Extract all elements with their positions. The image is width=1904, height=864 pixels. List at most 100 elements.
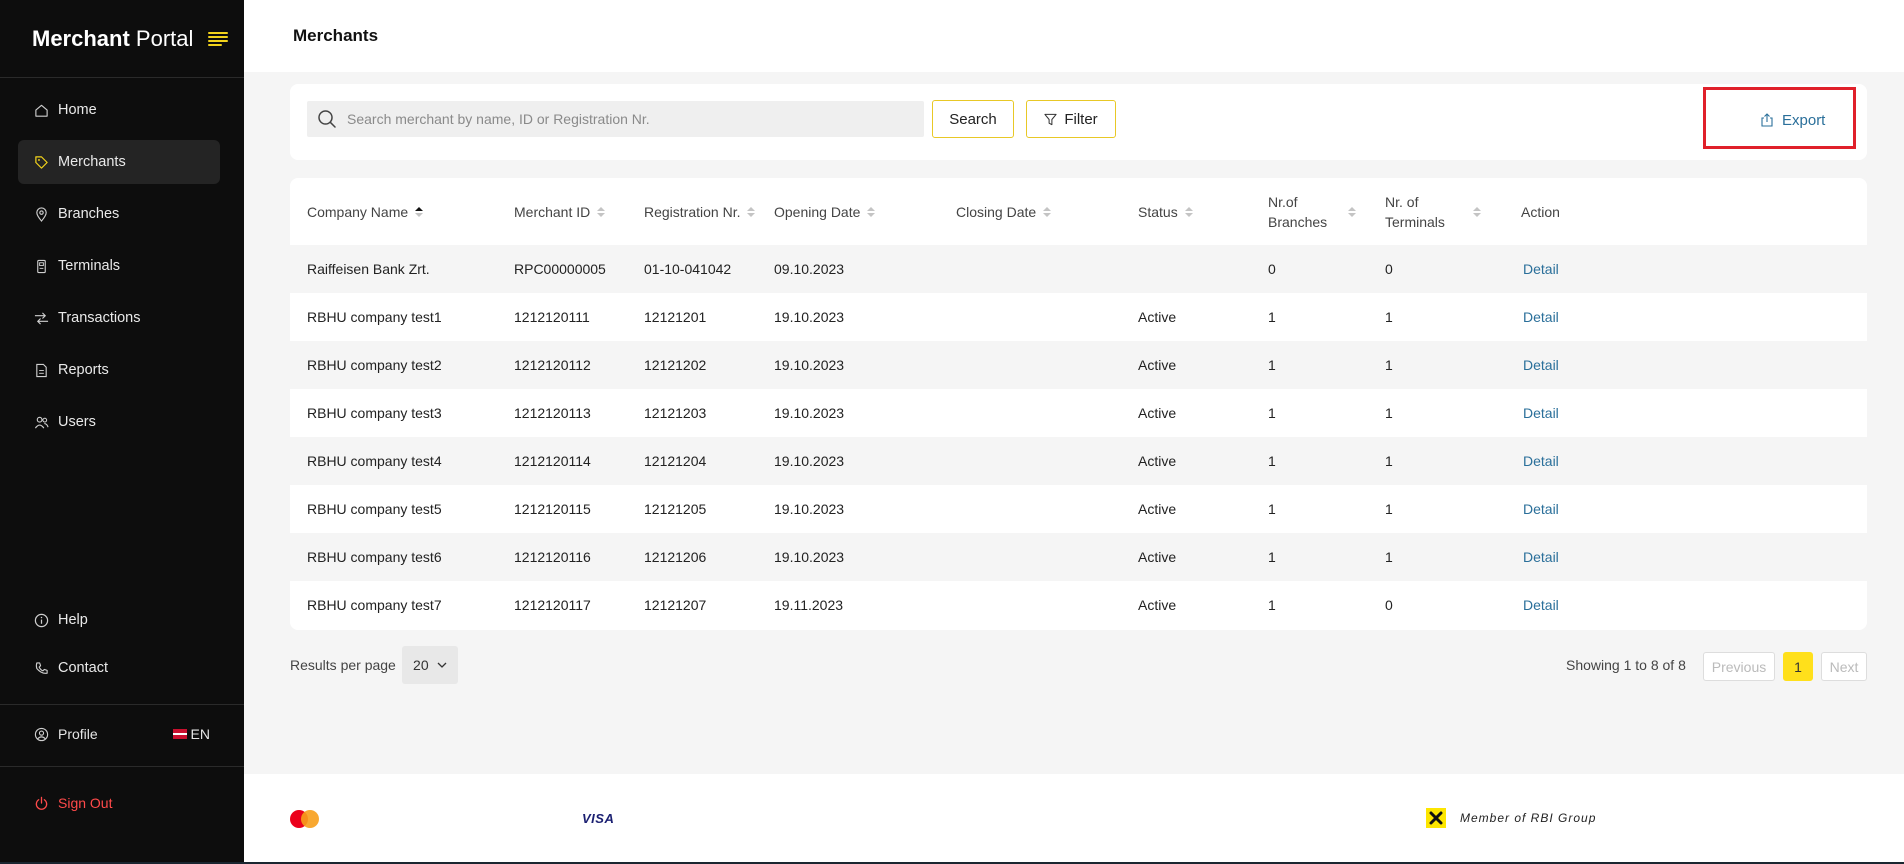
sidebar-item-reports[interactable]: Reports: [18, 348, 220, 392]
sidebar-item-label: Help: [58, 612, 88, 628]
next-page-button[interactable]: Next: [1821, 652, 1867, 681]
sidebar-item-label: Home: [58, 102, 97, 118]
table-cell-merchant-id: 1212120111: [514, 309, 590, 325]
sidebar-item-label: Merchants: [58, 154, 126, 170]
sort-icon[interactable]: [415, 206, 424, 217]
table-cell-status: Active: [1138, 453, 1177, 469]
column-header[interactable]: Registration Nr.: [644, 178, 769, 245]
table-cell-merchant-id: 1212120115: [514, 501, 591, 517]
detail-link[interactable]: Detail: [1523, 437, 1603, 485]
column-header-label: Action: [1521, 203, 1560, 220]
table-cell-branches: 1: [1268, 549, 1276, 565]
detail-link[interactable]: Detail: [1523, 485, 1603, 533]
page-header: Merchants: [244, 0, 1904, 72]
results-per-page: Results per page 20: [290, 646, 458, 684]
filter-button[interactable]: Filter: [1026, 100, 1116, 138]
divider: [0, 704, 244, 705]
column-header[interactable]: Closing Date: [956, 178, 1131, 245]
rbi-logo-icon: [1426, 808, 1446, 828]
table-cell-company: RBHU company test3: [307, 405, 442, 421]
sidebar-nav: Home Merchants Branches Terminals Transactio…: [0, 78, 244, 444]
detail-link[interactable]: Detail: [1523, 341, 1603, 389]
export-button[interactable]: Export: [1760, 106, 1825, 134]
table-cell-terminals: 1: [1385, 357, 1393, 373]
table-cell-terminals: 1: [1385, 309, 1393, 325]
column-header-label: Company Name: [307, 203, 409, 220]
table-cell-closing: [956, 533, 1131, 581]
table-cell-registration: 12121205: [644, 501, 707, 517]
table-cell-company: RBHU company test2: [307, 357, 442, 373]
sidebar-item-branches[interactable]: Branches: [18, 192, 220, 236]
table-cell-registration: 12121206: [644, 549, 707, 565]
column-header-label: Status: [1138, 203, 1178, 220]
detail-link[interactable]: Detail: [1523, 581, 1603, 629]
rbi-group-text: Member of RBI Group: [1460, 811, 1597, 825]
page-1-button[interactable]: 1: [1783, 652, 1813, 681]
table-row: RBHU company test1 1212120111 12121201 19.1…: [290, 293, 1867, 341]
column-header[interactable]: Opening Date: [774, 178, 949, 245]
results-per-page-label: Results per page: [290, 657, 396, 673]
table-cell-registration: 12121201: [644, 309, 707, 325]
results-per-page-select[interactable]: 20: [401, 646, 458, 684]
table-cell-opening: 19.10.2023: [774, 453, 845, 469]
table-cell-opening: 09.10.2023: [774, 261, 845, 277]
sort-icon[interactable]: [747, 206, 756, 217]
column-header-label: Registration Nr.: [644, 203, 741, 220]
sidebar-item-terminals[interactable]: Terminals: [18, 244, 220, 288]
search-input[interactable]: [347, 111, 907, 127]
detail-link[interactable]: Detail: [1523, 245, 1603, 293]
table-cell-closing: [956, 485, 1131, 533]
sidebar-item-help[interactable]: Help: [18, 598, 220, 642]
sort-icon[interactable]: [1348, 206, 1356, 217]
report-icon: [32, 361, 50, 379]
search-button[interactable]: Search: [932, 100, 1014, 138]
table-cell-status: Active: [1138, 405, 1177, 421]
chevron-down-icon: [437, 662, 447, 668]
sort-icon[interactable]: [597, 206, 606, 217]
sort-icon[interactable]: [1184, 206, 1193, 217]
column-header[interactable]: Status: [1138, 178, 1263, 245]
filter-icon: [1044, 113, 1057, 126]
filter-label: Filter: [1064, 110, 1098, 128]
table-cell-status: Active: [1138, 309, 1177, 325]
detail-link[interactable]: Detail: [1523, 389, 1603, 437]
sidebar-item-transactions[interactable]: Transactions: [18, 296, 220, 340]
sidebar: Merchant Portal Home Merchants Branches Ter…: [0, 0, 244, 864]
table-cell-company: RBHU company test1: [307, 309, 442, 325]
phone-icon: [32, 659, 50, 677]
sidebar-item-label: Transactions: [58, 310, 141, 326]
sidebar-item-users[interactable]: Users: [18, 400, 220, 444]
table-cell-status: Active: [1138, 549, 1177, 565]
table-cell-merchant-id: 1212120116: [514, 549, 591, 565]
sort-icon[interactable]: [1043, 206, 1052, 217]
detail-link[interactable]: Detail: [1523, 293, 1603, 341]
column-header[interactable]: Nr. of Terminals: [1385, 178, 1505, 245]
divider: [0, 766, 244, 767]
menu-toggle-icon[interactable]: [206, 27, 230, 51]
table-cell-branches: 1: [1268, 453, 1276, 469]
sidebar-item-contact[interactable]: Contact: [18, 646, 220, 690]
table-cell-company: RBHU company test7: [307, 597, 442, 613]
results-per-page-value: 20: [413, 657, 429, 673]
previous-page-button[interactable]: Previous: [1703, 652, 1775, 681]
table-cell-terminals: 1: [1385, 501, 1393, 517]
table-cell-branches: 1: [1268, 501, 1276, 517]
sidebar-item-merchants[interactable]: Merchants: [18, 140, 220, 184]
detail-link[interactable]: Detail: [1523, 533, 1603, 581]
mastercard-logo: [290, 810, 320, 828]
column-header[interactable]: Merchant ID: [514, 178, 639, 245]
sidebar-item-home[interactable]: Home: [18, 88, 220, 132]
export-icon: [1760, 113, 1774, 127]
search-icon: [317, 109, 337, 129]
column-header[interactable]: Company Name: [307, 178, 507, 245]
table-cell-closing: [956, 389, 1131, 437]
profile-link[interactable]: Profile: [32, 725, 98, 743]
terminal-icon: [32, 257, 50, 275]
sort-icon[interactable]: [1473, 206, 1481, 217]
column-header: Action: [1521, 178, 1601, 245]
sign-out-button[interactable]: Sign Out: [32, 794, 112, 812]
search-box: [307, 101, 924, 137]
sort-icon[interactable]: [867, 206, 876, 217]
language-switcher[interactable]: EN: [172, 726, 210, 742]
column-header[interactable]: Nr.of Branches: [1268, 178, 1380, 245]
